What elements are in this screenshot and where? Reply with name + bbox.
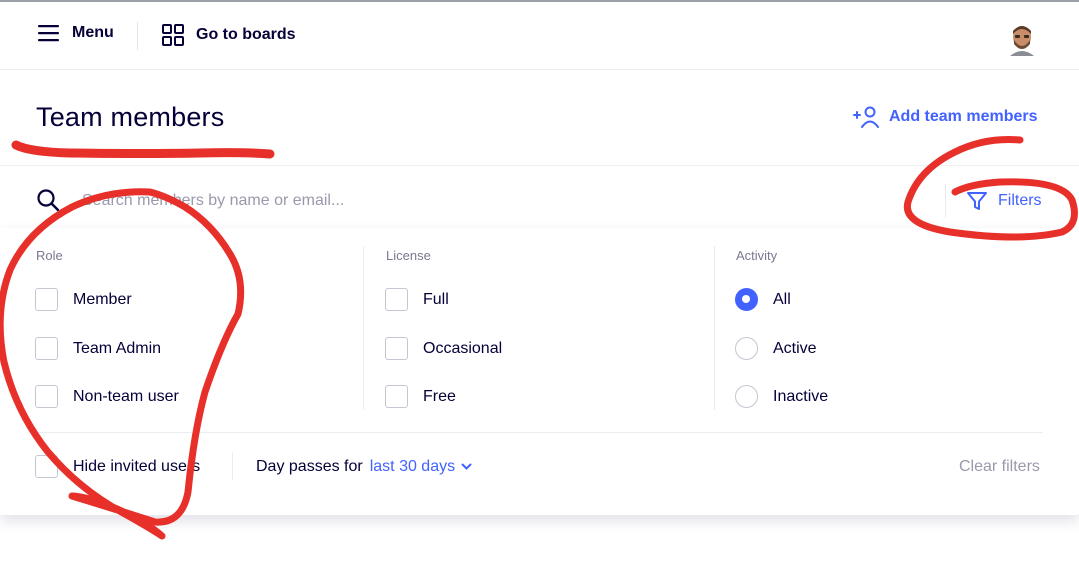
top-bar: Menu Go to boards (0, 2, 1079, 70)
add-team-members-label: Add team members (889, 108, 1038, 125)
activity-option-active[interactable]: Active (735, 337, 817, 360)
day-passes-dropdown[interactable]: last 30 days (370, 458, 472, 476)
activity-option-label: All (773, 290, 791, 308)
funnel-icon (967, 192, 987, 210)
license-option-label: Occasional (423, 339, 503, 357)
hamburger-icon (38, 25, 59, 42)
grid-icon (162, 24, 184, 46)
role-option-non-team-user[interactable]: Non-team user (35, 385, 179, 408)
license-option-occasional[interactable]: Occasional (385, 337, 502, 360)
role-option-label: Member (73, 290, 132, 308)
filters-label: Filters (998, 192, 1042, 209)
day-passes: Day passes for last 30 days (256, 458, 472, 476)
divider (0, 165, 1079, 166)
checkbox[interactable] (385, 288, 408, 311)
clear-filters-button[interactable]: Clear filters (959, 458, 1040, 476)
checkbox[interactable] (35, 288, 58, 311)
topbar-divider (137, 22, 138, 50)
menu-button[interactable]: Menu (38, 24, 114, 42)
column-divider (714, 246, 715, 410)
app-frame: Menu Go to boards Team members Add team … (0, 0, 1079, 570)
role-option-label: Team Admin (73, 339, 162, 357)
go-to-boards-label: Go to boards (196, 26, 296, 43)
go-to-boards-button[interactable]: Go to boards (162, 24, 296, 46)
page-title: Team members (36, 102, 225, 132)
license-option-label: Free (423, 387, 456, 405)
add-user-icon (853, 106, 879, 128)
checkbox[interactable] (35, 385, 58, 408)
filters-panel: Role Member Team Admin Non-team user Lic… (0, 228, 1079, 515)
day-passes-label: Day passes for (256, 458, 363, 475)
radio-selected[interactable] (735, 288, 758, 311)
role-title: Role (36, 248, 63, 263)
annotation-underline (11, 140, 275, 159)
activity-title: Activity (736, 248, 778, 263)
activity-option-inactive[interactable]: Inactive (735, 385, 828, 408)
annotation-filters-circle (903, 136, 1078, 241)
hide-invited-users-label: Hide invited users (73, 457, 201, 475)
search-divider (945, 184, 946, 218)
panel-divider (35, 432, 1043, 433)
activity-option-label: Inactive (773, 387, 829, 405)
search-icon (37, 189, 60, 212)
role-option-label: Non-team user (73, 387, 179, 405)
checkbox[interactable] (385, 385, 408, 408)
checkbox[interactable] (35, 337, 58, 360)
activity-option-label: Active (773, 339, 817, 357)
hide-invited-users-option[interactable]: Hide invited users (35, 455, 200, 478)
role-option-team-admin[interactable]: Team Admin (35, 337, 161, 360)
radio[interactable] (735, 385, 758, 408)
search-input[interactable] (82, 186, 782, 216)
column-divider (363, 246, 364, 410)
bottom-divider (232, 452, 233, 480)
license-option-full[interactable]: Full (385, 288, 449, 311)
add-team-members-button[interactable]: Add team members (853, 106, 1038, 128)
checkbox[interactable] (35, 455, 58, 478)
chevron-down-icon (461, 463, 472, 470)
role-option-member[interactable]: Member (35, 288, 132, 311)
license-title: License (386, 248, 431, 263)
filters-button[interactable]: Filters (966, 190, 1042, 212)
menu-label: Menu (72, 24, 114, 41)
day-passes-value: last 30 days (369, 458, 456, 475)
license-option-free[interactable]: Free (385, 385, 456, 408)
license-option-label: Full (423, 290, 449, 308)
avatar[interactable] (1008, 24, 1036, 56)
checkbox[interactable] (385, 337, 408, 360)
activity-option-all[interactable]: All (735, 288, 791, 311)
radio[interactable] (735, 337, 758, 360)
